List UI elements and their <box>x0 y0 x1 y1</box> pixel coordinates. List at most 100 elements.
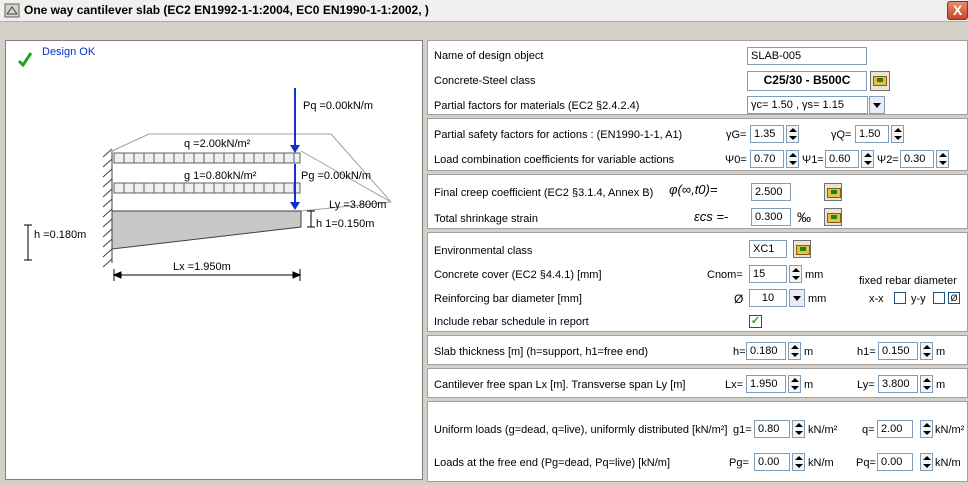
q-spinner[interactable] <box>920 420 933 438</box>
pq-label: Pq= <box>856 457 876 469</box>
shrink-calc-button[interactable] <box>824 208 842 226</box>
gammaG-label: γG= <box>726 129 747 141</box>
bar-input[interactable]: 10 <box>749 289 787 307</box>
bar-unit: mm <box>808 293 827 305</box>
psi1-spinner[interactable] <box>861 150 874 168</box>
g1-spinner[interactable] <box>792 420 805 438</box>
gammaG-input[interactable]: 1.35 <box>750 125 784 143</box>
g1-input[interactable]: 0.80 <box>754 420 790 438</box>
lx-unit: m <box>804 379 814 391</box>
pg-label: Pg =0.00kN/m <box>301 170 371 182</box>
h-dimension <box>24 224 32 261</box>
h1-dimension <box>307 210 315 228</box>
section-span: Cantilever free span Lx [m]. Transverse … <box>427 368 968 398</box>
psi2-spinner[interactable] <box>936 150 949 168</box>
pq-arrow <box>290 88 300 153</box>
q-unit: kN/m² <box>935 424 965 436</box>
pg-label: Pg= <box>729 457 749 469</box>
pq-unit: kN/m <box>935 457 961 469</box>
name-input[interactable]: SLAB-005 <box>747 47 867 65</box>
window-title: One way cantilever slab (EC2 EN1992-1-1:… <box>24 3 429 17</box>
pg-unit: kN/m <box>808 457 834 469</box>
lx-spinner[interactable] <box>788 375 801 393</box>
gammaQ-spinner[interactable] <box>891 125 904 143</box>
partial-mat-dropdown-icon[interactable] <box>869 96 885 114</box>
h1-input[interactable]: 0.150 <box>878 342 918 360</box>
fix-diameter-checkbox[interactable]: Ø <box>948 292 960 304</box>
creep-input[interactable]: 2.500 <box>751 183 791 201</box>
span-label: Cantilever free span Lx [m]. Transverse … <box>434 379 686 391</box>
gammaQ-label: γQ= <box>831 129 852 141</box>
section-thickness: Slab thickness [m] (h=support, h1=free e… <box>427 335 968 365</box>
end-label: Loads at the free end (Pg=dead, Pq=live)… <box>434 457 671 469</box>
pg-input[interactable]: 0.00 <box>754 453 790 471</box>
psi1-input[interactable]: 0.60 <box>825 150 859 168</box>
title-bar: One way cantilever slab (EC2 EN1992-1-1:… <box>0 0 968 22</box>
form-panel: Name of design object SLAB-005 Concrete-… <box>427 40 968 482</box>
pq-spinner[interactable] <box>920 453 933 471</box>
g1-unit: kN/m² <box>808 424 838 436</box>
psf-label: Partial safety factors for actions : (EN… <box>434 129 683 141</box>
creep-calc-button[interactable] <box>824 183 842 201</box>
creep-symbol: φ(∞,t0)= <box>669 182 718 197</box>
pq-input[interactable]: 0.00 <box>877 453 913 471</box>
h1-label: h1= <box>857 346 876 358</box>
psi1-label: Ψ1= <box>802 154 824 166</box>
ly-spinner[interactable] <box>920 375 933 393</box>
psi0-input[interactable]: 0.70 <box>750 150 784 168</box>
bar-dropdown-icon[interactable] <box>789 289 805 307</box>
ly-label: Ly =3.800m <box>329 199 386 211</box>
h-label: h =0.180m <box>34 229 86 241</box>
partial-mat-select[interactable]: γc= 1.50 , γs= 1.15 <box>747 96 868 114</box>
fix-yy-checkbox[interactable] <box>933 292 945 304</box>
h1-spinner[interactable] <box>920 342 933 360</box>
shrink-label: Total shrinkage strain <box>434 213 538 225</box>
xx-label: x-x <box>869 293 884 305</box>
psi2-input[interactable]: 0.30 <box>900 150 934 168</box>
slab-body <box>111 210 302 250</box>
bar-label: Reinforcing bar diameter [mm] <box>434 293 582 305</box>
shrink-input[interactable]: 0.300 <box>751 208 791 226</box>
lx-input[interactable]: 1.950 <box>746 375 786 393</box>
fix-xx-checkbox[interactable] <box>894 292 906 304</box>
env-selector-button[interactable] <box>793 240 811 258</box>
section-environment: Environmental class XC1 Concrete cover (… <box>427 232 968 332</box>
ly-input[interactable]: 3.800 <box>878 375 918 393</box>
h-unit: m <box>804 346 814 358</box>
shrink-unit: ‰ <box>797 209 811 225</box>
partial-mat-label: Partial factors for materials (EC2 §2.4.… <box>434 100 640 112</box>
lx-label: Lx =1.950m <box>173 261 231 273</box>
thick-label: Slab thickness [m] (h=support, h1=free e… <box>434 346 649 358</box>
app-icon <box>4 3 20 18</box>
psi0-label: Ψ0= <box>725 154 747 166</box>
pq-label: Pq =0.00kN/m <box>303 100 373 112</box>
section-loads: Uniform loads (g=dead, q=live), uniforml… <box>427 401 968 482</box>
schedule-checkbox[interactable]: ✓ <box>749 315 762 328</box>
cover-spinner[interactable] <box>789 265 802 283</box>
yy-label: y-y <box>911 293 926 305</box>
cover-unit: mm <box>805 269 824 281</box>
h1-unit: m <box>936 346 946 358</box>
cover-input[interactable]: 15 <box>749 265 787 283</box>
gammaQ-input[interactable]: 1.50 <box>855 125 889 143</box>
status-text: Design OK <box>42 46 96 58</box>
gammaG-spinner[interactable] <box>786 125 799 143</box>
schedule-label: Include rebar schedule in report <box>434 316 589 328</box>
shrink-symbol: εcs =- <box>694 209 729 224</box>
dead-load-block <box>113 182 301 194</box>
g1-label: g 1=0.80kN/m² <box>184 170 257 182</box>
fixed-support-hatch <box>102 148 113 268</box>
class-label: Concrete-Steel class <box>434 75 536 87</box>
uni-label: Uniform loads (g=dead, q=live), uniforml… <box>434 424 728 436</box>
class-value[interactable]: C25/30 - B500C <box>747 71 867 91</box>
h-spinner[interactable] <box>788 342 801 360</box>
psi0-spinner[interactable] <box>786 150 799 168</box>
env-input[interactable]: XC1 <box>749 240 787 258</box>
env-label: Environmental class <box>434 245 533 257</box>
q-input[interactable]: 2.00 <box>877 420 913 438</box>
pg-spinner[interactable] <box>792 453 805 471</box>
close-button[interactable]: X <box>947 1 968 20</box>
q-label: q= <box>862 424 875 436</box>
h-input[interactable]: 0.180 <box>746 342 786 360</box>
class-selector-button[interactable] <box>870 71 890 91</box>
